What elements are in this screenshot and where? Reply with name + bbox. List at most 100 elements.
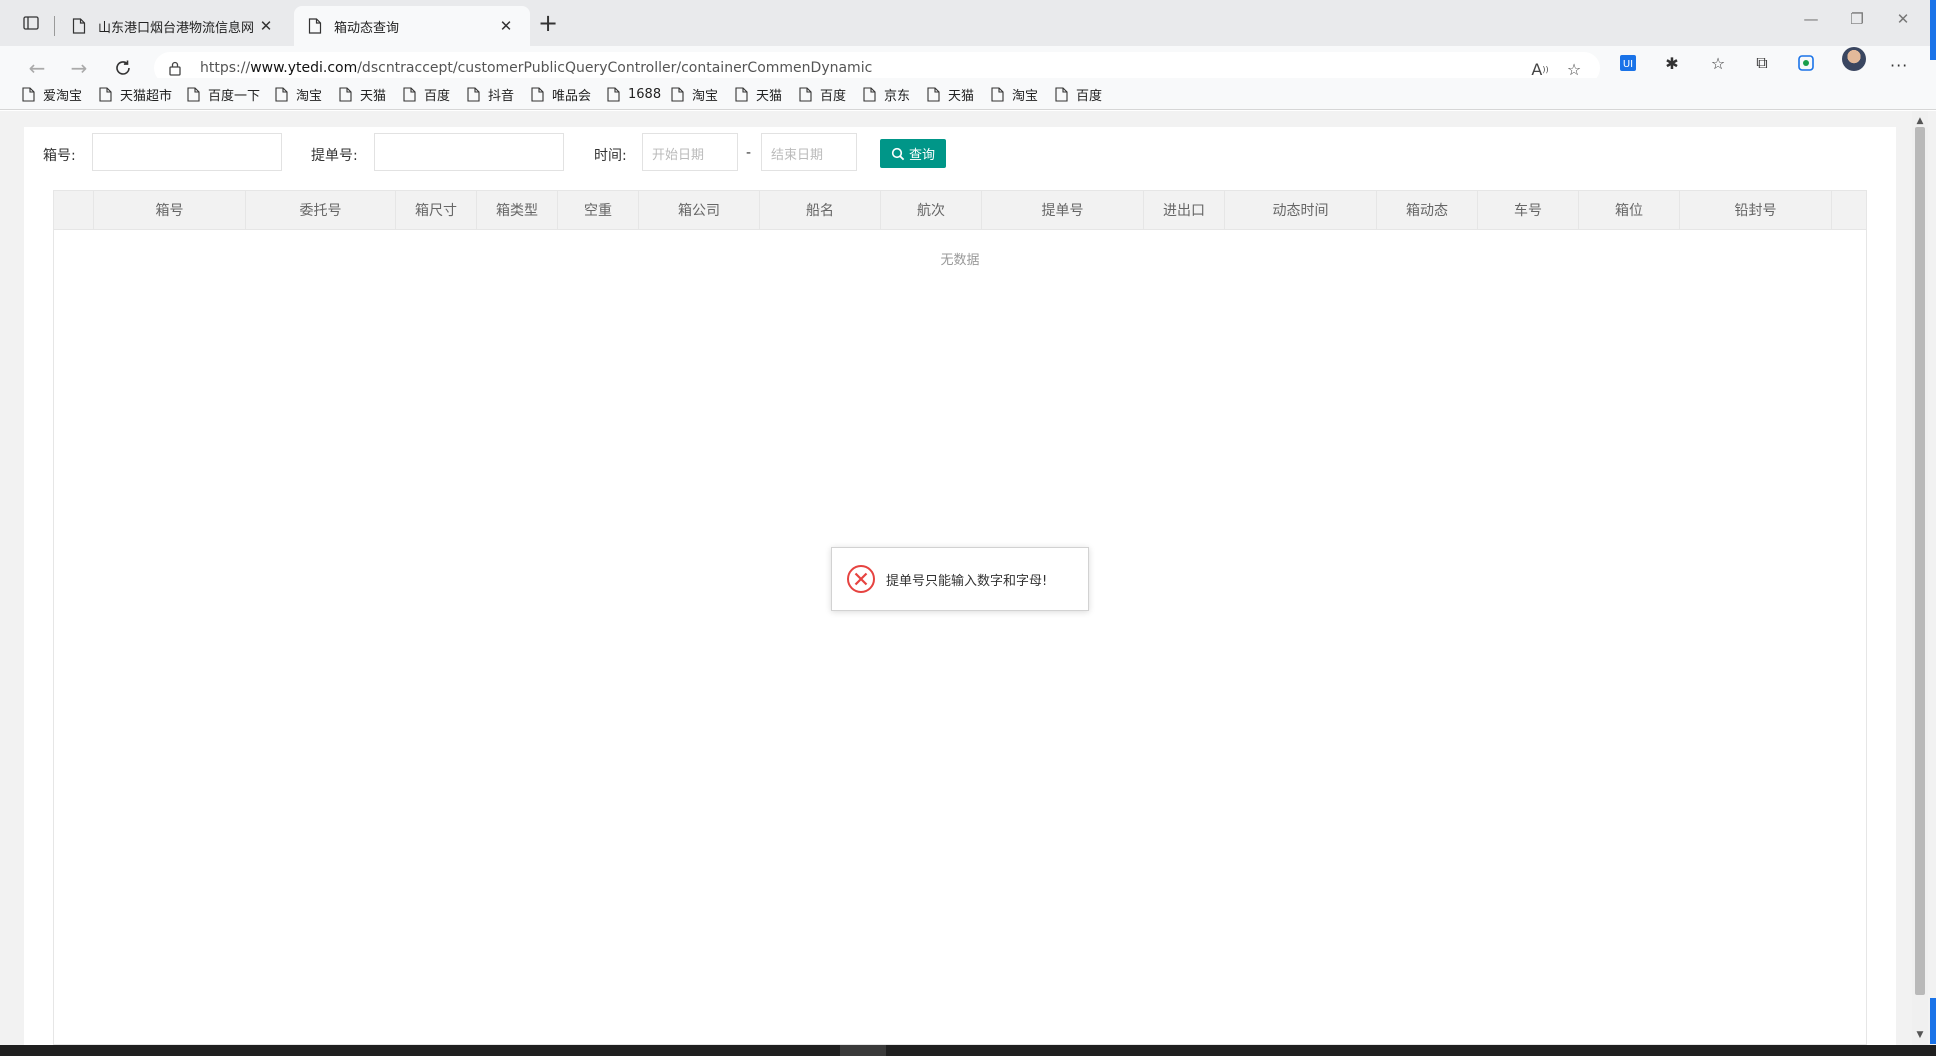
page-icon xyxy=(187,86,200,102)
close-icon[interactable]: ✕ xyxy=(256,17,276,35)
bookmark-item[interactable]: 淘宝 xyxy=(275,84,322,104)
browser-window: { "browser": { "tabs": [ {"title": "山东港口… xyxy=(0,0,1936,1056)
column-header[interactable]: 箱号 xyxy=(94,191,246,229)
bookmark-label: 百度 xyxy=(1076,88,1103,104)
url-text[interactable]: https://www.ytedi.com/dscntraccept/custo… xyxy=(200,60,872,76)
start-date-input[interactable]: 开始日期 xyxy=(642,133,738,171)
lock-icon[interactable] xyxy=(168,60,182,76)
restore-icon[interactable]: ❐ xyxy=(1842,10,1872,28)
column-header[interactable]: 提单号 xyxy=(982,191,1144,229)
more-options-icon[interactable]: ··· xyxy=(1890,56,1908,75)
taskbar-item[interactable] xyxy=(840,1045,886,1056)
bookmark-item[interactable]: 天猫 xyxy=(927,84,974,104)
tab-actions-icon[interactable] xyxy=(16,8,46,38)
bookmark-item[interactable]: 唯品会 xyxy=(531,84,591,104)
bookmark-label: 百度一下 xyxy=(208,88,261,104)
edge-accent xyxy=(1930,0,1936,60)
profile-avatar[interactable] xyxy=(1842,47,1866,71)
bookmark-label: 1688 xyxy=(628,86,662,102)
bookmark-label: 百度 xyxy=(424,88,451,104)
column-header[interactable]: 空重 xyxy=(558,191,639,229)
new-tab-icon[interactable]: + xyxy=(538,10,558,36)
column-header-select xyxy=(54,191,94,229)
page-icon xyxy=(863,86,876,102)
page-icon xyxy=(22,86,35,102)
column-header[interactable]: 航次 xyxy=(881,191,982,229)
bookmark-label: 淘宝 xyxy=(692,88,719,104)
column-header[interactable]: 箱动态 xyxy=(1377,191,1478,229)
scrollbar-thumb[interactable] xyxy=(1915,127,1925,995)
scroll-up-icon[interactable]: ▲ xyxy=(1914,115,1926,127)
column-header[interactable]: 箱尺寸 xyxy=(396,191,477,229)
bookmark-item[interactable]: 百度 xyxy=(403,84,450,104)
column-header[interactable]: 铅封号 xyxy=(1680,191,1832,229)
bookmark-item[interactable]: 百度 xyxy=(1055,84,1102,104)
end-date-input[interactable]: 结束日期 xyxy=(761,133,857,171)
bookmark-label: 天猫 xyxy=(360,88,387,104)
time-label: 时间: xyxy=(594,148,627,164)
column-header[interactable]: 进出口 xyxy=(1144,191,1225,229)
extension-ui-icon[interactable]: UI xyxy=(1616,52,1640,74)
column-header[interactable]: 箱位 xyxy=(1579,191,1680,229)
page-icon xyxy=(799,86,812,102)
edge-accent xyxy=(1930,998,1936,1044)
bookmark-item[interactable]: 京东 xyxy=(863,84,910,104)
bookmark-item[interactable]: 百度一下 xyxy=(187,84,260,104)
column-header[interactable]: 委托号 xyxy=(246,191,396,229)
table-header: 箱号 委托号 箱尺寸 箱类型 空重 箱公司 船名 航次 提单号 进出口 动态时间… xyxy=(54,191,1866,230)
query-button[interactable]: 查询 xyxy=(880,139,946,168)
box-number-input[interactable] xyxy=(92,133,282,171)
tab-box-dynamic[interactable]: 箱动态查询 ✕ xyxy=(294,6,530,46)
bookmark-label: 爱淘宝 xyxy=(43,88,83,104)
column-header[interactable]: 箱类型 xyxy=(477,191,558,229)
empty-state-text: 无数据 xyxy=(940,253,980,268)
bookmark-label: 淘宝 xyxy=(296,88,323,104)
extensions-icon[interactable]: ✱ xyxy=(1660,52,1684,74)
column-header[interactable]: 船名 xyxy=(760,191,881,229)
column-header[interactable]: 车号 xyxy=(1478,191,1579,229)
bookmark-item[interactable]: 天猫超市 xyxy=(99,84,172,104)
tab-strip: 山东港口烟台港物流信息网 ✕ 箱动态查询 ✕ + — ❐ ✕ xyxy=(0,0,1936,46)
edge-feature-icon[interactable] xyxy=(1794,52,1818,74)
bill-number-input[interactable] xyxy=(374,133,564,171)
url-path: /dscntraccept/customerPublicQueryControl… xyxy=(357,60,873,76)
scroll-down-icon[interactable]: ▼ xyxy=(1914,1029,1926,1041)
bookmark-item[interactable]: 天猫 xyxy=(735,84,782,104)
search-form: 箱号: 提单号: 时间: 开始日期 - 结束日期 查询 xyxy=(24,127,1896,179)
tab-shandong-port[interactable]: 山东港口烟台港物流信息网 ✕ xyxy=(58,6,290,46)
tab-title: 山东港口烟台港物流信息网 xyxy=(98,20,255,36)
bookmark-label: 天猫超市 xyxy=(120,88,173,104)
box-number-label: 箱号: xyxy=(43,148,76,164)
collections-icon[interactable]: ⧉ xyxy=(1750,52,1774,74)
results-table: 箱号 委托号 箱尺寸 箱类型 空重 箱公司 船名 航次 提单号 进出口 动态时间… xyxy=(53,190,1867,1045)
read-aloud-icon[interactable]: A)) xyxy=(1530,59,1550,79)
favorites-icon[interactable]: ☆ xyxy=(1706,52,1730,74)
column-header[interactable]: 箱公司 xyxy=(639,191,760,229)
bookmark-item[interactable]: 抖音 xyxy=(467,84,514,104)
bookmark-item[interactable]: 淘宝 xyxy=(671,84,718,104)
bookmark-label: 唯品会 xyxy=(552,88,592,104)
page-icon xyxy=(735,86,748,102)
page-icon xyxy=(72,18,86,34)
page-icon xyxy=(1055,86,1068,102)
bookmark-item[interactable]: 1688 xyxy=(607,84,661,104)
minimize-icon[interactable]: — xyxy=(1796,10,1826,28)
bookmark-item[interactable]: 天猫 xyxy=(339,84,386,104)
tab-separator xyxy=(54,16,55,36)
add-favorite-icon[interactable]: ☆ xyxy=(1564,59,1584,79)
page-icon xyxy=(308,18,322,34)
vertical-scrollbar[interactable]: ▲ ▼ xyxy=(1912,111,1928,1045)
bookmark-item[interactable]: 爱淘宝 xyxy=(22,84,82,104)
bookmark-label: 天猫 xyxy=(948,88,975,104)
page-icon xyxy=(403,86,416,102)
bookmark-item[interactable]: 百度 xyxy=(799,84,846,104)
column-header-spacer xyxy=(1832,191,1866,229)
page-icon xyxy=(927,86,940,102)
page-icon xyxy=(339,86,352,102)
window-close-icon[interactable]: ✕ xyxy=(1888,10,1918,28)
bookmark-item[interactable]: 淘宝 xyxy=(991,84,1038,104)
url-host: www.ytedi.com xyxy=(250,60,358,76)
bookmark-label: 抖音 xyxy=(488,88,515,104)
close-icon[interactable]: ✕ xyxy=(496,17,516,35)
column-header[interactable]: 动态时间 xyxy=(1225,191,1377,229)
